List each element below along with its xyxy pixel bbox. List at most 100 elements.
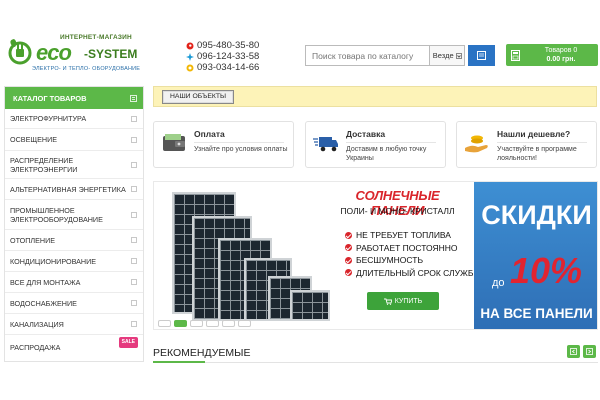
recommended-title: РЕКОМЕНДУЕМЫЕ bbox=[153, 347, 251, 359]
objects-bar: НАШИ ОБЪЕКТЫ bbox=[153, 86, 597, 107]
sidebar-item-label: ВОДОСНАБЖЕНИЕ bbox=[10, 298, 77, 308]
check-icon bbox=[345, 231, 352, 239]
info-title: Оплата bbox=[194, 129, 225, 139]
sidebar-item-lighting[interactable]: ОСВЕЩЕНИЕ bbox=[5, 129, 143, 151]
info-desc: Узнайте про условия оплаты bbox=[194, 146, 288, 153]
info-box-payment[interactable]: Оплата Узнайте про условия оплаты bbox=[153, 121, 294, 168]
phone-item[interactable]: 093-034-14-66 bbox=[186, 62, 259, 73]
slider-dots bbox=[158, 320, 251, 327]
feature-item: НЕ ТРЕБУЕТ ТОПЛИВА bbox=[345, 229, 481, 242]
feature-label: БЕСШУМНОСТЬ bbox=[356, 255, 424, 265]
search-scope-label: Везде bbox=[432, 51, 454, 60]
kyivstar-icon bbox=[186, 52, 194, 61]
chevron-down-icon bbox=[455, 52, 462, 59]
sidebar-item-label: КАНАЛИЗАЦИЯ bbox=[10, 319, 64, 329]
phone-number: 095-480-35-80 bbox=[197, 40, 260, 51]
sidebar-item-label: ОТОПЛЕНИЕ bbox=[10, 235, 56, 245]
divider bbox=[346, 142, 436, 143]
sale-bottom-text: НА ВСЕ ПАНЕЛИ bbox=[480, 306, 593, 321]
buy-button[interactable]: КУПИТЬ bbox=[367, 292, 439, 310]
catalog-header[interactable]: КАТАЛОГ ТОВАРОВ bbox=[5, 87, 143, 109]
check-icon bbox=[345, 244, 352, 252]
title-underline bbox=[153, 361, 205, 363]
slider-dot[interactable] bbox=[158, 320, 171, 327]
catalog-sidebar: КАТАЛОГ ТОВАРОВ ЭЛЕКТРОФУРНИТУРА ОСВЕЩЕН… bbox=[4, 86, 144, 362]
search-scope-select[interactable]: Везде bbox=[430, 45, 466, 66]
phone-item[interactable]: 096-124-33-58 bbox=[186, 51, 259, 62]
sidebar-item-label: РАСПРОДАЖА bbox=[10, 342, 61, 352]
chevron-right-icon bbox=[131, 136, 137, 143]
logo-tagline-bottom: ЭЛЕКТРО- И ТЕПЛО- ОБОРУДОВАНИЕ bbox=[32, 66, 141, 72]
chevron-right-icon bbox=[131, 300, 137, 306]
chevron-right-icon bbox=[131, 279, 137, 285]
info-box-cheaper[interactable]: Нашли дешевле? Участвуйте в программе ло… bbox=[456, 121, 597, 168]
slider-dot[interactable] bbox=[222, 320, 235, 327]
sale-badge: SALE bbox=[118, 337, 138, 348]
sidebar-item-sale[interactable]: РАСПРОДАЖА SALE bbox=[5, 335, 143, 359]
info-box-delivery[interactable]: Доставка Доставим в любую точку Украины bbox=[305, 121, 446, 168]
sidebar-item-alternative-energy[interactable]: АЛЬТЕРНАТИВНАЯ ЭНЕРГЕТИКА bbox=[5, 179, 143, 200]
sidebar-item-power-distribution[interactable]: РАСПРЕДЕЛЕНИЕ ЭЛЕКТРОЭНЕРГИИ bbox=[5, 151, 143, 179]
divider bbox=[497, 142, 587, 143]
cart-button[interactable]: Товаров 0 0.00 грн. bbox=[506, 44, 598, 66]
solar-panels-image bbox=[170, 186, 340, 326]
promo-banner[interactable]: СОЛНЕЧНЫЕ ПАНЕЛИ ПОЛИ- И МОНО- КРИСТАЛЛ … bbox=[153, 181, 598, 330]
sale-percent: 10% bbox=[510, 250, 583, 291]
sidebar-item-conditioning[interactable]: КОНДИЦИОНИРОВАНИЕ bbox=[5, 251, 143, 272]
lifecell-icon bbox=[186, 64, 194, 71]
chevron-right-icon bbox=[131, 186, 137, 192]
buy-button-label: КУПИТЬ bbox=[394, 297, 423, 305]
sidebar-item-industrial-equipment[interactable]: ПРОМЫШЛЕННОЕ ЭЛЕКТРООБОРУДОВАНИЕ bbox=[5, 200, 143, 230]
sidebar-item-label: ПРОМЫШЛЕННОЕ ЭЛЕКТРООБОРУДОВАНИЕ bbox=[10, 205, 103, 224]
sidebar-item-installation[interactable]: ВСЕ ДЛЯ МОНТАЖА bbox=[5, 272, 143, 293]
catalog-menu-icon bbox=[130, 94, 137, 102]
phone-list: 095-480-35-80 096-124-33-58 093-034-14-6… bbox=[186, 40, 259, 73]
chevron-right-icon bbox=[131, 258, 137, 264]
check-icon bbox=[345, 256, 352, 264]
feature-item: БЕСШУМНОСТЬ bbox=[345, 254, 481, 267]
page: ИНТЕРНЕТ-МАГАЗИН eco -SYSTEM ЭЛЕКТРО- И … bbox=[0, 0, 600, 400]
slider-dot[interactable] bbox=[238, 320, 251, 327]
divider bbox=[194, 142, 284, 143]
feature-label: НЕ ТРЕБУЕТ ТОПЛИВА bbox=[356, 230, 451, 240]
feature-item: ДЛИТЕЛЬНЫЙ СРОК СЛУЖБЫ bbox=[345, 267, 481, 280]
search-input[interactable] bbox=[305, 45, 430, 66]
next-button[interactable] bbox=[583, 345, 596, 358]
logo-brand-system: -SYSTEM bbox=[84, 47, 138, 61]
phone-item[interactable]: 095-480-35-80 bbox=[186, 40, 259, 51]
sidebar-item-sewerage[interactable]: КАНАЛИЗАЦИЯ bbox=[5, 314, 143, 335]
search-bar: Везде bbox=[305, 45, 495, 66]
sidebar-item-water-supply[interactable]: ВОДОСНАБЖЕНИЕ bbox=[5, 293, 143, 314]
hand-coins-icon bbox=[465, 135, 488, 153]
cart-icon bbox=[510, 49, 520, 61]
truck-icon bbox=[313, 137, 338, 152]
logo[interactable]: ИНТЕРНЕТ-МАГАЗИН eco -SYSTEM ЭЛЕКТРО- И … bbox=[6, 34, 146, 74]
sidebar-item-label: ЭЛЕКТРОФУРНИТУРА bbox=[10, 114, 87, 123]
chevron-right-icon bbox=[131, 321, 137, 327]
chevron-right-icon bbox=[586, 348, 593, 355]
sale-panel: СКИДКИ до 10% НА ВСЕ ПАНЕЛИ bbox=[474, 182, 597, 329]
chevron-right-icon bbox=[131, 161, 137, 168]
sidebar-item-label: РАСПРЕДЕЛЕНИЕ ЭЛЕКТРОЭНЕРГИИ bbox=[10, 155, 78, 174]
chevron-right-icon bbox=[131, 237, 137, 243]
sale-prefix: до bbox=[492, 277, 505, 289]
sale-title: СКИДКИ bbox=[481, 200, 592, 230]
sidebar-item-heating[interactable]: ОТОПЛЕНИЕ bbox=[5, 230, 143, 251]
sidebar-item-label: АЛЬТЕРНАТИВНАЯ ЭНЕРГЕТИКА bbox=[10, 184, 126, 194]
slider-dot-active[interactable] bbox=[174, 320, 187, 327]
slider-dot[interactable] bbox=[190, 320, 203, 327]
feature-label: ДЛИТЕЛЬНЫЙ СРОК СЛУЖБЫ bbox=[356, 267, 481, 278]
search-button[interactable] bbox=[468, 45, 495, 66]
info-title: Доставка bbox=[346, 129, 386, 139]
info-title: Нашли дешевле? bbox=[497, 129, 571, 139]
cart-icon bbox=[383, 298, 392, 305]
prev-button[interactable] bbox=[567, 345, 580, 358]
slider-dot[interactable] bbox=[206, 320, 219, 327]
solar-panel bbox=[290, 290, 330, 321]
plug-leaf-icon bbox=[8, 39, 32, 65]
sidebar-item-electrofurnitura[interactable]: ЭЛЕКТРОФУРНИТУРА bbox=[5, 109, 143, 129]
vodafone-icon bbox=[186, 42, 194, 49]
our-objects-button[interactable]: НАШИ ОБЪЕКТЫ bbox=[162, 90, 235, 104]
feature-item: РАБОТАЕТ ПОСТОЯННО bbox=[345, 242, 481, 255]
chevron-right-icon bbox=[131, 115, 137, 122]
